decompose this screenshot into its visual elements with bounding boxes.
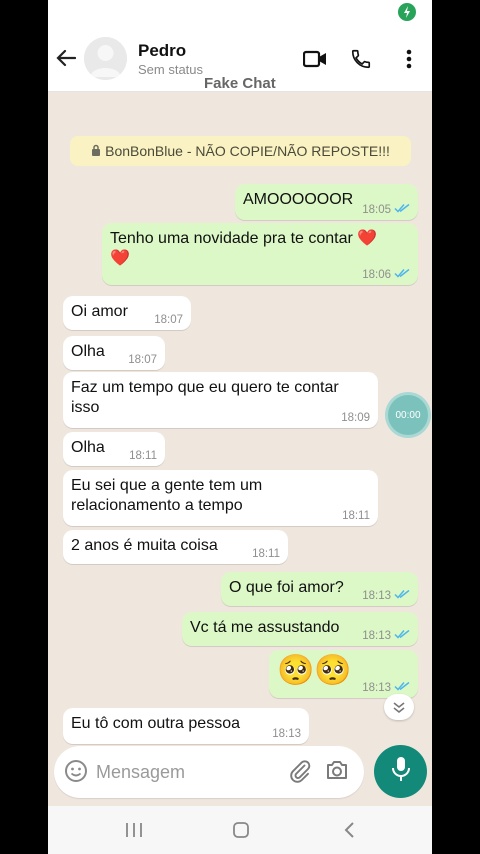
message-meta: 18:11 — [129, 450, 157, 462]
read-ticks-icon — [394, 589, 410, 602]
message-time: 18:13 — [362, 589, 391, 602]
message-text: Tenho uma novidade pra te contar ❤️ ❤️ — [110, 230, 378, 267]
incoming-message[interactable]: Eu sei que a gente tem um relacionamento… — [63, 470, 378, 526]
outgoing-message[interactable]: Vc tá me assustando 18:13 — [182, 612, 418, 646]
contact-name[interactable]: Pedro — [138, 41, 186, 61]
message-time: 18:07 — [154, 314, 183, 326]
phone-screen: Pedro Sem status Fake Chat BonBonBlue - … — [48, 0, 432, 854]
message-meta: 18:13 — [362, 681, 410, 694]
message-meta: 18:13 — [272, 728, 301, 740]
home-icon[interactable] — [228, 818, 254, 842]
message-time: 18:13 — [272, 728, 301, 740]
message-meta: 18:05 — [362, 203, 410, 216]
message-input[interactable] — [96, 758, 276, 786]
message-time: 18:11 — [252, 548, 280, 560]
chevron-down-icon[interactable] — [384, 694, 414, 720]
mic-button[interactable] — [374, 745, 427, 798]
incoming-message[interactable]: Olha 18:07 — [63, 336, 165, 370]
message-time: 18:13 — [362, 629, 391, 642]
read-ticks-icon — [394, 268, 410, 281]
message-meta: 18:11 — [252, 548, 280, 560]
message-text: Faz um tempo que eu quero te contar isso — [71, 379, 339, 416]
outgoing-message[interactable]: Tenho uma novidade pra te contar ❤️ ❤️ 18… — [102, 223, 418, 285]
outgoing-message[interactable]: O que foi amor? 18:13 — [221, 572, 418, 606]
lock-icon — [91, 143, 101, 159]
message-composer — [54, 746, 364, 798]
message-time: 18:07 — [128, 354, 157, 366]
video-call-icon[interactable] — [302, 46, 328, 72]
read-ticks-icon — [394, 203, 410, 216]
contact-status: Sem status — [138, 62, 204, 77]
nav-back-icon[interactable] — [336, 818, 362, 842]
message-text: Eu sei que a gente tem um relacionamento… — [71, 477, 263, 514]
message-meta: 18:13 — [362, 629, 410, 642]
message-meta: 18:07 — [154, 314, 183, 326]
message-time: 18:13 — [362, 681, 391, 694]
message-time: 18:05 — [362, 203, 391, 216]
back-arrow-icon[interactable] — [54, 46, 78, 70]
message-text: Eu tô com outra pessoa — [71, 715, 240, 732]
message-time: 18:11 — [342, 510, 370, 522]
message-meta: 18:06 — [362, 268, 410, 281]
recording-timer-bubble[interactable]: 00:00 — [385, 392, 431, 438]
message-meta: 18:09 — [341, 412, 370, 424]
incoming-message[interactable]: Faz um tempo que eu quero te contar isso… — [63, 372, 378, 428]
phone-icon[interactable] — [348, 46, 374, 72]
chat-area[interactable]: BonBonBlue - NÃO COPIE/NÃO REPOSTE!!! AM… — [48, 92, 432, 744]
banner-text: BonBonBlue - NÃO COPIE/NÃO REPOSTE!!! — [105, 143, 390, 159]
incoming-message[interactable]: Oi amor 18:07 — [63, 296, 191, 330]
status-bar — [48, 0, 432, 26]
outgoing-message[interactable]: 🥺🥺 18:13 — [269, 650, 418, 698]
chat-header: Pedro Sem status Fake Chat — [48, 26, 432, 92]
camera-icon[interactable] — [325, 759, 351, 785]
incoming-message[interactable]: Olha 18:11 — [63, 432, 165, 466]
read-ticks-icon — [394, 681, 410, 694]
system-nav-bar — [48, 806, 432, 854]
read-ticks-icon — [394, 629, 410, 642]
message-time: 18:09 — [341, 412, 370, 424]
message-text: 2 anos é muita coisa — [71, 537, 218, 554]
message-time: 18:11 — [129, 450, 157, 462]
emoji-icon[interactable] — [64, 759, 90, 785]
message-meta: 18:13 — [362, 589, 410, 602]
message-meta: 18:07 — [128, 354, 157, 366]
incoming-message[interactable]: Eu tô com outra pessoa 18:13 — [63, 708, 309, 744]
message-meta: 18:11 — [342, 510, 370, 522]
more-vert-icon[interactable] — [396, 46, 422, 72]
app-title: Fake Chat — [204, 75, 276, 92]
battery-icon — [398, 3, 416, 21]
encryption-banner: BonBonBlue - NÃO COPIE/NÃO REPOSTE!!! — [70, 136, 411, 166]
mic-icon — [391, 756, 411, 787]
avatar[interactable] — [84, 37, 127, 80]
incoming-message[interactable]: 2 anos é muita coisa 18:11 — [63, 530, 288, 564]
message-time: 18:06 — [362, 268, 391, 281]
attach-icon[interactable] — [288, 759, 314, 785]
recent-apps-icon[interactable] — [121, 818, 147, 842]
outgoing-message[interactable]: AMOOOOOOR 18:05 — [235, 184, 418, 220]
